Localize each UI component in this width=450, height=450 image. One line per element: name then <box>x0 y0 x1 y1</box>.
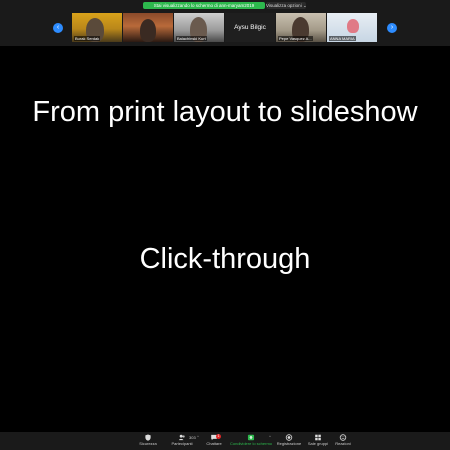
security-label: Sicurezza <box>139 441 157 446</box>
participant-tile[interactable]: Aysu Bilgic <box>225 13 275 42</box>
participants-label: Partecipanti <box>171 441 193 446</box>
participant-name: Aysu Bilgic <box>234 24 266 31</box>
participant-name: Pepe Vasquez A... <box>278 36 313 41</box>
participant-name: Burak Serdak <box>74 36 101 41</box>
participant-name: Balachinski Kurt <box>176 36 207 41</box>
participants-count: 303 <box>189 435 196 440</box>
slide-title: From print layout to slideshow <box>32 96 418 128</box>
view-options-button[interactable]: Visualizza opzioni ⌄ <box>266 2 306 9</box>
participant-tile[interactable]: Balachinski Kurt <box>174 13 224 42</box>
shield-icon <box>145 434 151 441</box>
security-button[interactable]: Sicurezza <box>130 434 166 449</box>
participant-tile[interactable]: Burak Serdak <box>72 13 122 42</box>
flamingo-shape <box>347 19 359 33</box>
chevron-right-icon[interactable]: › <box>387 23 397 33</box>
chat-badge: 1 <box>216 434 221 439</box>
participant-tile[interactable] <box>123 13 173 42</box>
share-screen-label: Condividere lo schermo <box>229 441 273 446</box>
people-icon <box>178 434 185 441</box>
participant-name: ANNA MARIA <box>329 36 356 41</box>
person-silhouette <box>140 19 156 42</box>
participants-button[interactable]: 303 Partecipanti <box>164 434 200 449</box>
meeting-toolbar: Sicurezza 303 Partecipanti ^ 1 Chattare … <box>0 432 450 450</box>
share-screen-icon <box>247 434 255 441</box>
participant-tile[interactable]: Pepe Vasquez A... <box>276 13 326 42</box>
chevron-left-icon[interactable]: ‹ <box>53 23 63 33</box>
reactions-button[interactable]: Reazioni <box>325 434 361 449</box>
participant-tile[interactable]: ANNA MARIA <box>327 13 377 42</box>
share-screen-button[interactable]: Condividere lo schermo <box>229 434 273 449</box>
record-icon <box>285 434 293 441</box>
screen-share-banner[interactable]: Stai visualizzando lo schermo di ann-mar… <box>143 2 265 9</box>
chat-label: Chattare <box>206 441 222 446</box>
chat-button[interactable]: 1 Chattare <box>196 434 232 449</box>
participants-top-bar: Stai visualizzando lo schermo di ann-mar… <box>0 0 450 46</box>
smiley-icon <box>339 434 347 441</box>
grid-icon <box>315 434 321 441</box>
reactions-label: Reazioni <box>335 441 351 446</box>
slide-subtitle: Click-through <box>139 243 311 275</box>
